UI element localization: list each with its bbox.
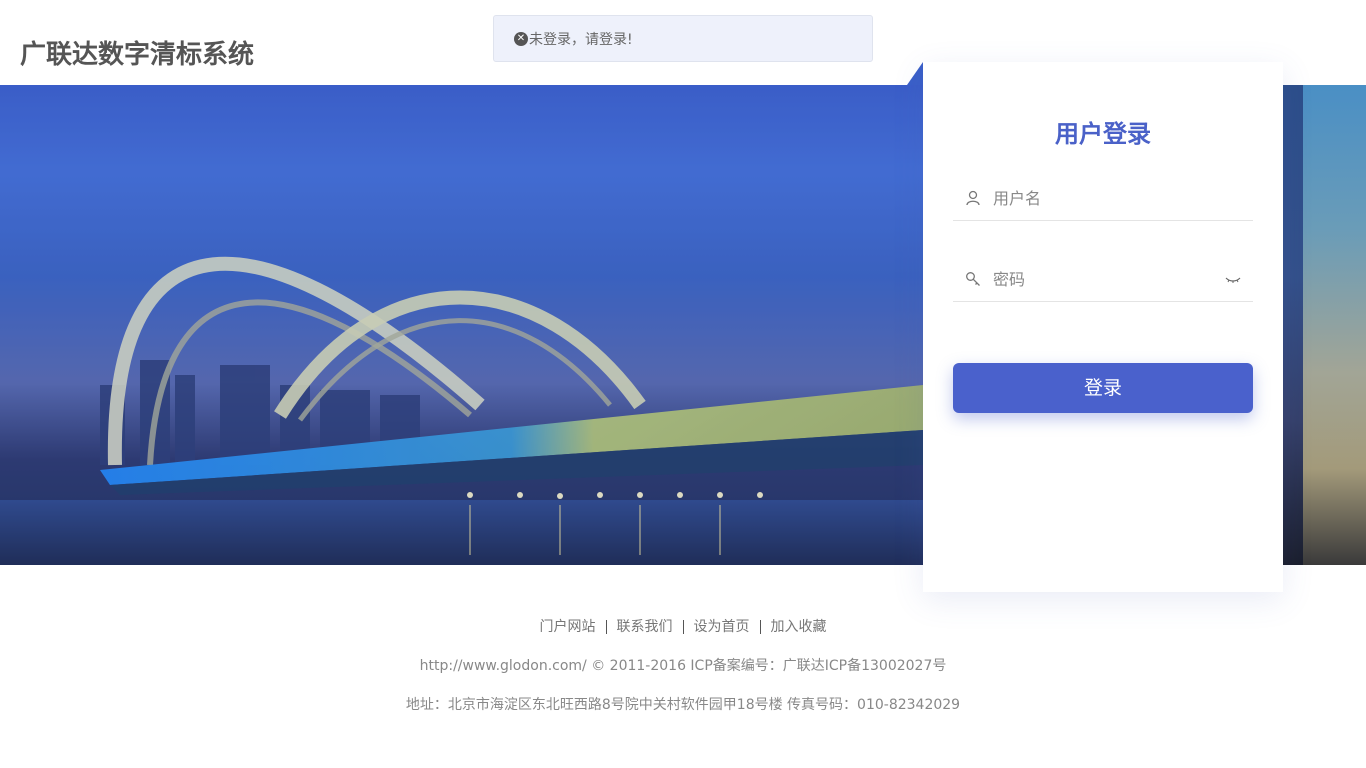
login-panel: 用户登录 登录 — [923, 62, 1283, 592]
footer-link-favorite[interactable]: 加入收藏 — [761, 619, 837, 635]
username-input[interactable] — [993, 188, 1213, 208]
footer-address: 地址：北京市海淀区东北旺西路8号院中关村软件园甲18号楼 传真号码：010-82… — [405, 697, 961, 713]
app-title: 广联达数字清标系统 — [20, 40, 255, 70]
footer-links: 门户网站 联系我们 设为首页 加入收藏 — [0, 616, 1366, 636]
key-icon — [965, 271, 981, 287]
username-field[interactable] — [953, 176, 1253, 221]
login-title: 用户登录 — [1055, 120, 1151, 148]
login-button[interactable]: 登录 — [953, 363, 1253, 413]
error-circle-icon: ✕ — [514, 31, 528, 46]
password-field[interactable] — [953, 257, 1253, 302]
footer-link-portal[interactable]: 门户网站 — [530, 619, 606, 635]
footer-link-contact[interactable]: 联系我们 — [607, 619, 683, 635]
toast-message: 未登录，请登录! — [529, 31, 633, 48]
footer-copyright: http://www.glodon.com/ © 2011-2016 ICP备案… — [419, 658, 947, 674]
eye-closed-icon[interactable] — [1225, 272, 1241, 286]
login-required-toast: ✕ 未登录，请登录! — [493, 15, 873, 62]
footer-link-homepage[interactable]: 设为首页 — [684, 619, 760, 635]
user-icon — [965, 190, 981, 206]
password-input[interactable] — [993, 269, 1213, 289]
